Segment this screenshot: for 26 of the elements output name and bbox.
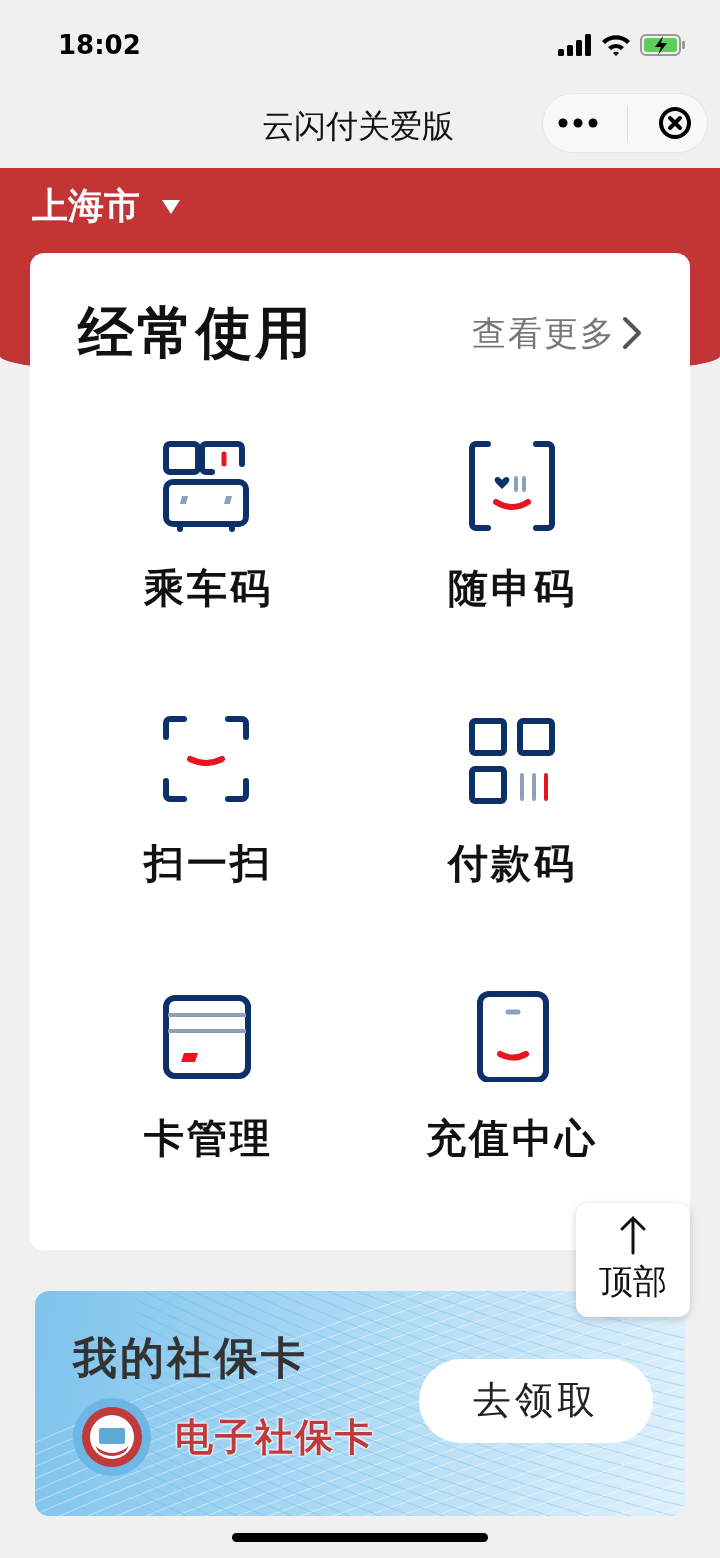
section-title: 经常使用 bbox=[78, 305, 314, 361]
smiley-frame-icon bbox=[466, 440, 558, 532]
view-more-link[interactable]: 查看更多 bbox=[472, 316, 642, 350]
emblem-icon bbox=[73, 1398, 151, 1476]
wifi-icon bbox=[600, 33, 632, 57]
dropdown-triangle-icon bbox=[162, 199, 180, 214]
page-title: 云闪付关爱版 bbox=[262, 106, 454, 147]
shortcut-item[interactable]: 扫一扫 bbox=[56, 715, 360, 883]
battery-icon bbox=[640, 33, 686, 57]
shortcut-item[interactable]: 卡管理 bbox=[56, 990, 360, 1158]
shortcut-item[interactable]: 付款码 bbox=[360, 715, 664, 883]
signal-icon bbox=[558, 34, 592, 56]
close-icon[interactable] bbox=[658, 106, 693, 140]
banner-subtitle: 电子社保卡 bbox=[175, 1413, 375, 1461]
qr-code-icon bbox=[466, 715, 558, 807]
banner-title: 我的社保卡 bbox=[73, 1331, 309, 1385]
shortcut-item[interactable]: 乘车码 bbox=[56, 440, 360, 608]
status-time: 18:02 bbox=[58, 30, 141, 60]
more-icon[interactable] bbox=[557, 118, 598, 128]
chevron-right-icon bbox=[622, 316, 642, 350]
claim-button[interactable]: 去领取 bbox=[419, 1358, 653, 1443]
arrow-up-icon bbox=[619, 1215, 647, 1255]
shortcut-item[interactable]: 充值中心 bbox=[360, 990, 664, 1158]
back-to-top-button[interactable]: 顶部 bbox=[576, 1203, 690, 1317]
city-selector[interactable]: 上海市 bbox=[32, 182, 180, 231]
shortcut-item[interactable]: 随申码 bbox=[360, 440, 664, 608]
